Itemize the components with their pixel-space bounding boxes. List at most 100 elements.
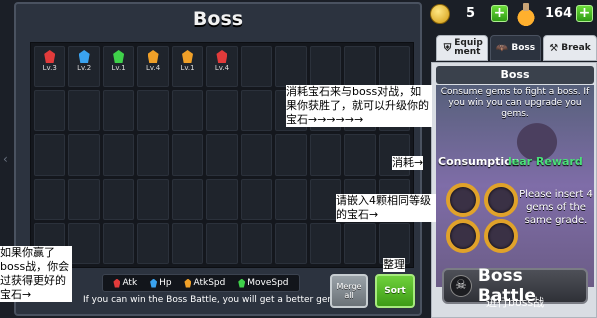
- gem-item[interactable]: Lv.3: [34, 46, 66, 88]
- inventory-slot[interactable]: [34, 90, 66, 132]
- gem-slot-1[interactable]: [446, 183, 480, 217]
- inventory-slot[interactable]: [102, 90, 135, 132]
- merge-all-button[interactable]: Merge all: [330, 274, 368, 308]
- inventory-slot[interactable]: [240, 222, 273, 264]
- gem-level-label: Lv.1: [180, 64, 195, 72]
- inventory-slot[interactable]: [344, 46, 376, 88]
- inventory-slot[interactable]: [240, 134, 273, 176]
- gem-level-label: Lv.4: [214, 64, 230, 72]
- blue-gem-icon: [150, 278, 158, 288]
- gem-slot-2[interactable]: [484, 183, 518, 217]
- coin-count: 5: [466, 6, 476, 21]
- boss-description: Consume gems to fight a boss. If you win…: [440, 87, 590, 119]
- inventory-slot[interactable]: [171, 134, 204, 176]
- battle-hint: If you can win the Boss Battle, you will…: [82, 295, 339, 305]
- inventory-slot[interactable]: [275, 46, 307, 88]
- inventory-slot[interactable]: [68, 90, 100, 132]
- inventory-slot[interactable]: [137, 134, 169, 176]
- gem-icon: [44, 50, 56, 63]
- clear-reward-tab[interactable]: lear Reward: [508, 155, 583, 168]
- hammer-icon: ⚒: [549, 42, 559, 54]
- gem-item[interactable]: Lv.1: [102, 46, 135, 88]
- gem-item[interactable]: Lv.1: [171, 46, 204, 88]
- tab-label: Equip ment: [454, 38, 483, 57]
- annotation-sort: 整理: [383, 258, 405, 272]
- inventory-slot[interactable]: [309, 134, 342, 176]
- inventory-slot[interactable]: [137, 222, 169, 264]
- gem-grid: Lv.3 Lv.2 Lv.1 Lv.4 Lv.1 Lv.4: [30, 42, 414, 268]
- inventory-slot[interactable]: [309, 46, 342, 88]
- inventory-slot[interactable]: [344, 134, 376, 176]
- green-gem-icon: [238, 278, 246, 288]
- inventory-slot[interactable]: [344, 222, 376, 264]
- gem-item[interactable]: Lv.2: [68, 46, 100, 88]
- inventory-slot[interactable]: [171, 90, 204, 132]
- boss-panel-title: Boss: [436, 66, 594, 84]
- inventory-slot[interactable]: [137, 90, 169, 132]
- gem-icon: [182, 50, 194, 63]
- gem-slot-4[interactable]: [484, 219, 518, 253]
- legend-hp: Hp: [150, 278, 172, 288]
- tab-break[interactable]: ⚒ Break: [543, 35, 597, 61]
- inventory-slot[interactable]: [68, 222, 100, 264]
- legend-atk: Atk: [113, 278, 137, 288]
- legend-movespd: MoveSpd: [238, 278, 289, 288]
- inventory-slot[interactable]: [206, 178, 238, 220]
- inventory-slot[interactable]: [171, 222, 204, 264]
- tab-label: Break: [561, 42, 591, 53]
- sort-button[interactable]: Sort: [375, 274, 415, 308]
- legend-atkspd: AtkSpd: [184, 278, 225, 288]
- inventory-slot[interactable]: [68, 178, 100, 220]
- gem-level-label: Lv.4: [145, 64, 161, 72]
- inventory-slot[interactable]: [240, 90, 273, 132]
- gem-level-label: Lv.1: [111, 64, 126, 72]
- coin-icon: [430, 4, 450, 24]
- gem-item[interactable]: Lv.4: [137, 46, 169, 88]
- annotation-description: 消耗宝石来与boss对战，如果你获胜了，就可以升级你的宝石→→→→→→: [286, 85, 432, 127]
- gem-legend: Atk Hp AtkSpd MoveSpd: [102, 274, 300, 292]
- inventory-slot[interactable]: [34, 134, 66, 176]
- inventory-slot[interactable]: [240, 178, 273, 220]
- inventory-slot[interactable]: [68, 134, 100, 176]
- add-potions-button[interactable]: +: [576, 5, 593, 22]
- tab-boss[interactable]: 🦇 Boss: [490, 35, 541, 61]
- inventory-slot[interactable]: [275, 134, 307, 176]
- currency-bar: 5 + 164 +: [424, 0, 597, 30]
- potion-icon: [516, 2, 536, 26]
- gem-icon: [78, 50, 90, 63]
- legend-label: MoveSpd: [247, 278, 289, 288]
- inventory-title: Boss: [192, 8, 244, 30]
- orange-gem-icon: [184, 278, 192, 288]
- inventory-slot[interactable]: [171, 178, 204, 220]
- inventory-slot[interactable]: [102, 178, 135, 220]
- inventory-slot[interactable]: [378, 46, 410, 88]
- bat-icon: 🦇: [495, 42, 509, 54]
- gem-icon: [113, 50, 125, 63]
- inventory-slot[interactable]: [309, 222, 342, 264]
- inventory-slot[interactable]: [137, 178, 169, 220]
- inventory-slot[interactable]: [240, 46, 273, 88]
- annotation-battle: 进行boss战: [486, 296, 545, 309]
- annotation-consume: 消耗→: [392, 156, 424, 170]
- add-coins-button[interactable]: +: [491, 5, 508, 22]
- gem-level-label: Lv.3: [42, 64, 57, 72]
- inventory-slot[interactable]: [34, 178, 66, 220]
- inventory-slot[interactable]: [102, 222, 135, 264]
- boss-art: Consume gems to fight a boss. If you win…: [436, 85, 594, 287]
- inventory-slot[interactable]: [275, 178, 307, 220]
- gem-slot-3[interactable]: [446, 219, 480, 253]
- chevron-left-icon[interactable]: ‹: [3, 152, 8, 166]
- annotation-insert: 请嵌入4颗相同等级的宝石→: [336, 194, 436, 222]
- legend-label: AtkSpd: [193, 278, 226, 288]
- gem-icon: [216, 50, 228, 63]
- gem-item[interactable]: Lv.4: [206, 46, 238, 88]
- inventory-slot[interactable]: [275, 222, 307, 264]
- inventory-slot[interactable]: [102, 134, 135, 176]
- inventory-slot[interactable]: [206, 134, 238, 176]
- inventory-slot[interactable]: [206, 222, 238, 264]
- tab-label: Boss: [511, 42, 536, 53]
- red-gem-icon: [113, 278, 121, 288]
- inventory-slot[interactable]: [206, 90, 238, 132]
- tab-equipment[interactable]: ⛨ Equip ment: [436, 35, 488, 61]
- legend-label: Hp: [159, 278, 172, 288]
